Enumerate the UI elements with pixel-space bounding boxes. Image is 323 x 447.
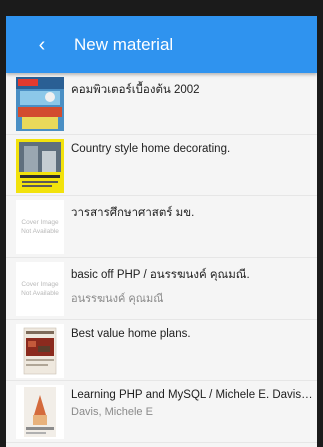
page-title: New material xyxy=(74,34,174,54)
book-cover-house xyxy=(16,138,64,193)
placeholder-line2: Not Available xyxy=(21,290,59,298)
list-item[interactable]: Cover Image Not Available วารสารศึกษาศาส… xyxy=(6,196,317,259)
item-title: คอมพิวเตอร์เบื้องต้น 2002 xyxy=(71,84,200,96)
app-bar: ‹ New material xyxy=(6,16,317,73)
placeholder-line1: Cover Image xyxy=(21,281,59,289)
placeholder-line1: Cover Image xyxy=(21,219,59,227)
item-title: วารสารศึกษาศาสตร์ มข. xyxy=(71,207,195,220)
item-author: Davis, Michele E xyxy=(71,406,153,419)
cover-not-available: Cover Image Not Available xyxy=(16,262,64,317)
item-author: อนรรฆนงค์ คุณมณี xyxy=(71,293,164,306)
list-item[interactable]: Best value home plans. xyxy=(6,319,317,382)
book-cover-computer xyxy=(16,77,64,131)
item-title: basic off PHP / อนรรฆนงค์ คุณมณี. xyxy=(71,269,250,282)
list-item[interactable]: Cover Image Not Available basic off PHP … xyxy=(6,258,317,320)
placeholder-line2: Not Available xyxy=(21,228,59,236)
material-list: คอมพิวเตอร์เบื้องต้น 2002 Country style … xyxy=(6,73,317,444)
list-item[interactable]: Learning PHP and MySQL / Michele E. Davi… xyxy=(6,381,317,444)
item-title: Learning PHP and MySQL / Michele E. Davi… xyxy=(71,389,313,402)
book-cover-plans xyxy=(16,323,64,378)
item-title: Best value home plans. xyxy=(71,327,191,340)
app-frame: ‹ New material คอมพิวเตอร์เบื้องต้น 2002 xyxy=(6,16,317,447)
list-item[interactable]: Country style home decorating. xyxy=(6,134,317,197)
chevron-left-icon[interactable]: ‹ xyxy=(32,35,52,55)
item-title: Country style home decorating. xyxy=(71,142,231,155)
book-cover-php xyxy=(16,385,64,440)
cover-not-available: Cover Image Not Available xyxy=(16,200,64,255)
list-item[interactable]: คอมพิวเตอร์เบื้องต้น 2002 xyxy=(6,73,317,135)
